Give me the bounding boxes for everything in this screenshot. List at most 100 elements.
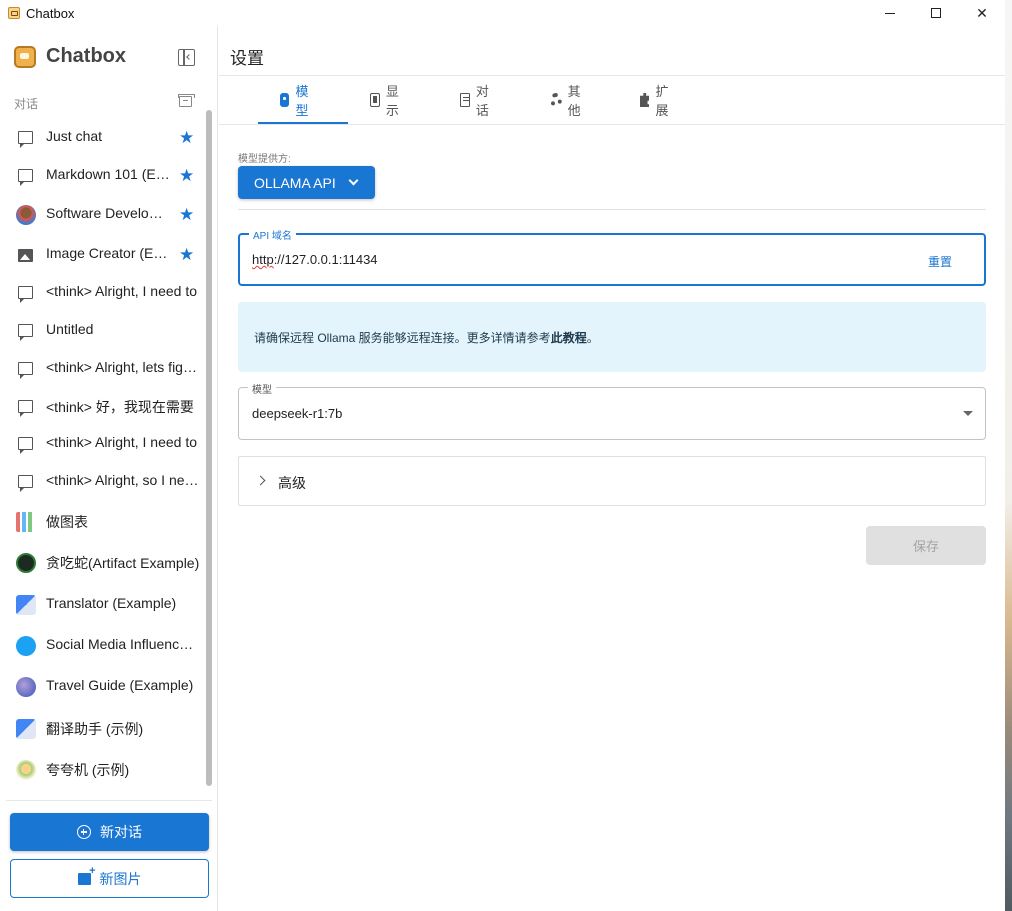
tab-extension-label: 扩展 [655,84,669,118]
conversation-label: Translator (Example) [46,595,177,611]
tab-model[interactable]: 模型 [280,76,313,124]
tab-other-label: 其他 [567,84,581,118]
info-message: 请确保远程 Ollama 服务能够远程连接。更多详情请参考 [254,331,551,345]
cheer-avatar-icon [16,760,36,780]
tutorial-link[interactable]: 此教程 [551,331,587,345]
conversation-label: <think> Alright, so I need [46,472,200,488]
minimize-icon [885,12,895,14]
maximize-icon [931,8,941,18]
conversation-item[interactable]: <think> Alright, I need to [0,425,206,461]
chat-bubble-shape [18,169,33,186]
sidebar-scrollbar[interactable] [206,110,212,786]
puzzle-icon [640,93,650,107]
api-host-scheme: http [252,252,274,267]
avatar [16,760,36,780]
conversation-label: <think> 好，我现在需要 [46,399,194,415]
conversation-item[interactable]: <think> 好，我现在需要 [0,388,206,424]
robot-icon [280,93,290,107]
star-icon[interactable]: ★ [179,246,194,263]
tab-chat[interactable]: 对话 [460,76,493,124]
provider-value: OLLAMA API [254,174,336,191]
maximize-button[interactable] [913,0,959,26]
brand-name: Chatbox [46,45,126,67]
conversation-item[interactable]: Image Creator (Example) ★ [0,236,206,272]
api-host-label: API 域名 [249,227,296,242]
conversation-item[interactable]: Social Media Influencer (Example) [0,627,206,663]
chevron-down-icon [348,175,359,186]
model-value: deepseek-r1:7b [252,406,343,421]
chat-bubble-shape [18,437,33,454]
conversation-item[interactable]: <think> Alright, so I need [0,463,206,499]
conversation-item[interactable]: 夸夸机 (示例) [0,751,206,787]
conversation-item[interactable]: 贪吃蛇(Artifact Example) [0,544,206,580]
section-divider [238,209,986,210]
chevron-right-icon [255,475,266,486]
model-select[interactable]: 模型 deepseek-r1:7b [238,381,986,440]
conversation-item[interactable]: Just chat ★ [0,119,206,155]
conversation-item[interactable]: Software Developer (Example) ★ [0,196,206,232]
twitter-avatar-icon [16,636,36,656]
tab-extension[interactable]: 扩展 [640,76,673,124]
new-image-button[interactable]: 新图片 [10,859,209,898]
star-icon[interactable]: ★ [179,206,194,223]
new-chat-label: 新对话 [100,824,142,840]
avatar [16,205,36,225]
close-icon: ✕ [976,4,988,21]
chat-bubble-icon [18,474,34,492]
minimize-button[interactable] [867,0,913,26]
gear-icon [550,93,562,107]
chat-bubble-shape [18,131,33,148]
sidebar-collapse-icon[interactable] [178,49,195,66]
chat-bubble-icon [18,399,34,417]
advanced-accordion[interactable]: 高级 [238,456,986,506]
avatar [16,553,36,573]
conversation-label: Markdown 101 (Example) [46,166,170,182]
conversation-label: Image Creator (Example) [46,245,170,261]
star-icon[interactable]: ★ [179,167,194,184]
archive-icon[interactable] [178,94,195,107]
tab-other[interactable]: 其他 [550,76,583,124]
conversation-label: <think> Alright, I need to [46,283,197,299]
info-text: 请确保远程 Ollama 服务能够远程连接。更多详情请参考此教程。 [254,329,599,346]
avatar [16,512,36,532]
api-host-field[interactable]: API 域名 http://127.0.0.1:11434 重置 [238,227,986,286]
conversation-label: Travel Guide (Example) [46,677,194,693]
conversation-label: Untitled [46,321,94,337]
conversation-item[interactable]: 翻译助手 (示例) [0,710,206,746]
desktop-background [1005,0,1012,911]
chat-bubble-shape [18,475,33,492]
conversation-list: Just chat★Markdown 101 (Example)★Softwar… [0,119,206,799]
avatar [16,719,36,739]
conversation-item[interactable]: Travel Guide (Example) [0,668,206,704]
display-icon [370,93,380,107]
conversation-label: Software Developer (Example) [46,205,170,221]
conversation-item[interactable]: Markdown 101 (Example) ★ [0,157,206,193]
developer-avatar-icon [16,205,36,225]
conversation-item[interactable]: <think> Alright, I need to [0,274,206,310]
title-bar: Chatbox ✕ [0,0,1005,26]
close-button[interactable]: ✕ [959,0,1005,26]
star-icon[interactable]: ★ [179,129,194,146]
tab-display[interactable]: 显示 [370,76,403,124]
conversation-item[interactable]: Untitled [0,312,206,348]
new-chat-button[interactable]: 新对话 [10,813,209,851]
save-button[interactable]: 保存 [866,526,986,565]
header-divider [219,75,1005,76]
reset-button[interactable]: 重置 [928,253,952,270]
sidebar: Chatbox 对话 Just chat★Markdown 101 (Examp… [0,26,218,911]
api-host-input[interactable]: http://127.0.0.1:11434 [252,252,378,267]
page-title: 设置 [230,49,264,68]
conversation-label: 夸夸机 (示例) [46,762,130,778]
conversation-item[interactable]: Translator (Example) [0,586,206,622]
translate-avatar-icon [16,595,36,615]
conversation-item[interactable]: <think> Alright, lets figure [0,350,206,386]
window-title: Chatbox [26,5,75,21]
chart-avatar-icon [16,512,36,532]
provider-select-button[interactable]: OLLAMA API [238,166,375,199]
conversation-item[interactable]: 做图表 [0,503,206,539]
provider-label: 模型提供方: [238,154,291,165]
info-alert: 请确保远程 Ollama 服务能够远程连接。更多详情请参考此教程。 [238,302,986,372]
conversation-label: <think> Alright, lets figure [46,359,200,375]
model-label: 模型 [248,381,276,396]
chat-bubble-icon [18,168,34,186]
